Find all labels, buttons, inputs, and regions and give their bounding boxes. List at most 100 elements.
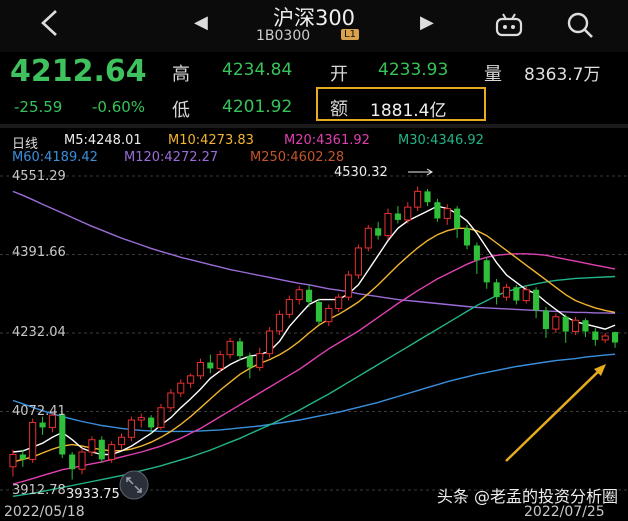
candle	[29, 418, 37, 463]
candle-body	[98, 439, 105, 460]
candle-body	[473, 245, 480, 261]
candle-body	[335, 296, 343, 309]
candle-body	[533, 289, 540, 311]
candle-body	[285, 299, 293, 315]
candle	[266, 327, 274, 358]
candle-body	[127, 419, 135, 438]
candle	[354, 244, 362, 279]
candle	[19, 449, 26, 467]
watermark-text: 头条 @老孟的投资分析圈	[436, 487, 618, 506]
candle-body	[275, 313, 284, 332]
candle	[463, 224, 471, 250]
candle	[275, 310, 284, 335]
next-stock-icon[interactable]: ▶	[420, 12, 434, 33]
candle	[78, 448, 86, 475]
candle	[117, 433, 126, 450]
candle	[582, 318, 589, 337]
candle	[177, 379, 185, 397]
current-price: 4212.64	[10, 54, 147, 89]
candle	[9, 449, 17, 477]
candle	[364, 224, 372, 252]
candle-body	[207, 362, 214, 369]
candle	[59, 412, 66, 458]
candle	[552, 313, 560, 334]
candle-body	[88, 439, 96, 453]
y-tick-label: 4072.41	[12, 404, 66, 419]
y-axis-ticks: 4551.29 4391.66 4232.04 4072.41 3912.78	[12, 169, 66, 498]
candle-body	[375, 228, 382, 236]
candle-body	[404, 206, 412, 221]
candle-body	[187, 375, 195, 384]
min-price-label: 3933.75	[66, 487, 120, 502]
y-tick-label: 4391.66	[12, 245, 66, 260]
annotation-arrow	[505, 365, 605, 462]
candle-body	[157, 407, 165, 428]
candle-body	[256, 353, 264, 368]
candle	[394, 206, 401, 224]
ma30-legend: M30:4346.92	[398, 133, 484, 148]
candle	[443, 204, 451, 225]
candle-body	[344, 274, 353, 298]
candle-body	[315, 302, 322, 322]
candle	[167, 389, 175, 412]
candle-body	[542, 310, 550, 330]
candle-body	[117, 436, 126, 446]
candle	[295, 285, 303, 305]
candle-body	[463, 228, 471, 246]
candle-body	[592, 331, 599, 340]
amount-label: 额	[330, 99, 348, 120]
candle-body	[246, 356, 253, 368]
open-value: 4233.93	[378, 60, 449, 80]
candle	[513, 284, 520, 305]
price-change: -25.59	[14, 98, 63, 116]
price-change-percent: -0.60%	[92, 98, 146, 116]
candle-body	[502, 286, 511, 298]
candle	[127, 416, 135, 442]
stock-code: 1B0300	[256, 28, 311, 44]
candle-body	[236, 341, 244, 357]
candle	[572, 316, 580, 335]
candle	[562, 314, 569, 343]
max-price-label: 4530.32	[334, 166, 388, 180]
kline-chart[interactable]: 4551.29 4391.66 4232.04 4072.41 3912.78 …	[0, 166, 628, 521]
candle	[335, 293, 343, 312]
candle-body	[424, 191, 431, 203]
candle-body	[266, 330, 274, 355]
candle-body	[78, 451, 86, 470]
open-label: 开	[330, 64, 348, 85]
top-navigation-bar: ◀ 沪深300 1B0300 L1 ▶	[0, 0, 628, 52]
candle-body	[414, 190, 422, 208]
search-icon[interactable]	[564, 10, 596, 40]
candle-body	[582, 320, 589, 332]
candle	[187, 373, 195, 389]
candle-body	[572, 319, 580, 333]
level-badge: L1	[341, 29, 359, 40]
candle-body	[434, 202, 441, 219]
amount-value: 1881.4亿	[370, 101, 447, 121]
candle	[256, 347, 264, 371]
candle-body	[443, 208, 451, 219]
candle-body	[216, 354, 224, 369]
ma120-legend: M120:4272.27	[124, 150, 219, 165]
candle-body	[552, 316, 560, 330]
candle-body	[148, 417, 155, 428]
ma10-line	[12, 227, 616, 463]
x-label-start: 2022/05/18	[4, 504, 85, 520]
candle	[285, 295, 293, 319]
candle	[414, 186, 422, 212]
candle	[196, 358, 205, 380]
candle	[325, 304, 333, 327]
divider	[0, 124, 628, 128]
candle	[157, 403, 165, 430]
candle	[502, 283, 511, 301]
robot-assistant-icon[interactable]	[494, 12, 524, 38]
candle	[592, 328, 599, 346]
candle-body	[177, 382, 185, 394]
candle-body	[196, 362, 205, 377]
zoom-toggle-icon[interactable]	[119, 470, 149, 500]
candle-body	[29, 422, 37, 460]
candle	[207, 354, 214, 374]
candle-body	[108, 444, 116, 460]
candle-body	[384, 213, 392, 237]
ma5-legend: M5:4248.01	[64, 133, 142, 148]
